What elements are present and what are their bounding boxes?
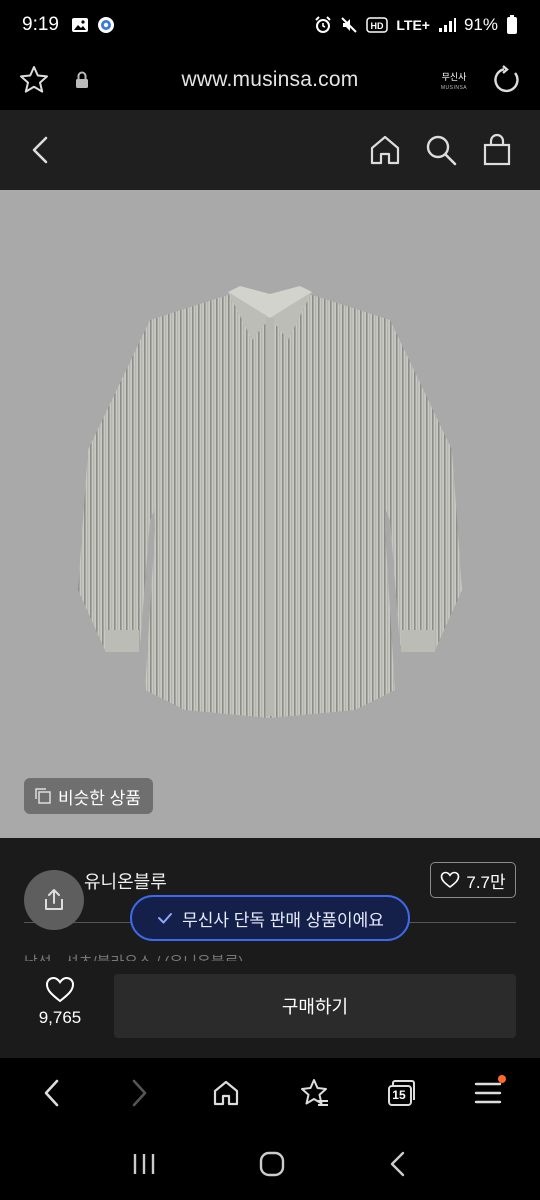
notification-dot [498, 1075, 507, 1083]
browser-menu-button[interactable] [464, 1069, 512, 1117]
buy-button[interactable]: 구매하기 [114, 974, 516, 1038]
alarm-icon [315, 16, 332, 33]
back-arrow-icon [44, 1079, 58, 1107]
copy-icon [35, 788, 51, 804]
back-icon[interactable] [26, 134, 54, 166]
home-icon [214, 1080, 239, 1106]
browser-forward-button[interactable] [115, 1069, 163, 1117]
network-type: LTE+ [396, 17, 430, 33]
share-button[interactable] [24, 870, 84, 930]
exclusive-toast: 무신사 단독 판매 상품이에요 [130, 895, 410, 941]
lock-icon [76, 71, 88, 88]
wishlist-count: 9,765 [38, 1008, 82, 1027]
mute-icon [341, 17, 358, 33]
product-image[interactable] [0, 190, 540, 838]
hd-icon: HD [366, 17, 389, 33]
battery-percent: 91% [463, 15, 498, 34]
app-icon [97, 17, 114, 33]
toast-text: 무신사 단독 판매 상품이에요 [182, 910, 384, 930]
browser-tabs-button[interactable]: 15 [377, 1069, 425, 1117]
heart-icon [441, 871, 460, 889]
menu-icon [475, 1082, 502, 1104]
status-time: 9:19 [22, 14, 59, 35]
tabs-count: 15 [392, 1088, 406, 1102]
wishlist-button[interactable]: 9,765 [26, 976, 94, 1028]
shopping-bag-icon[interactable] [480, 133, 514, 167]
purchase-bar: 9,765 구매하기 [0, 962, 540, 1056]
shirt-illustration [78, 286, 462, 718]
similar-products-label: 비슷한 상품 [58, 788, 141, 808]
site-logo-icon: 무신사 MUSINSA [440, 72, 468, 91]
bookmark-star-icon [300, 1079, 328, 1106]
home-icon[interactable] [368, 133, 402, 167]
system-nav-bar [0, 1128, 540, 1200]
search-icon[interactable] [424, 133, 458, 167]
reload-icon[interactable] [492, 65, 522, 95]
similar-products-button[interactable]: 비슷한 상품 [24, 778, 153, 814]
signal-icon [438, 18, 456, 32]
battery-icon [507, 15, 517, 34]
browser-bookmarks-button[interactable] [290, 1069, 338, 1117]
image-icon [71, 18, 88, 32]
recent-apps-icon[interactable] [130, 1151, 158, 1177]
browser-bottom-nav: 15 [0, 1058, 540, 1128]
home-button-icon[interactable] [258, 1150, 286, 1178]
share-icon [45, 889, 63, 910]
browser-back-button[interactable] [28, 1069, 76, 1117]
heart-icon [45, 976, 75, 1003]
forward-arrow-icon [132, 1079, 147, 1107]
like-count: 7.7만 [466, 872, 506, 892]
like-button[interactable]: 7.7만 [430, 862, 516, 898]
browser-home-button[interactable] [202, 1069, 250, 1117]
brand-name[interactable]: 유니온블루 [84, 868, 167, 894]
svg-text:HD: HD [371, 21, 384, 31]
status-bar: 9:19 HD LTE+ 91% [0, 0, 540, 50]
system-back-icon[interactable] [386, 1150, 410, 1178]
star-icon[interactable] [18, 64, 50, 96]
category-text: 남성 · 셔츠/블라우스 / (유니온블루) [24, 951, 243, 961]
browser-url-bar: www.musinsa.com 무신사 MUSINSA [0, 50, 540, 110]
check-icon [158, 913, 173, 924]
app-header [0, 110, 540, 190]
